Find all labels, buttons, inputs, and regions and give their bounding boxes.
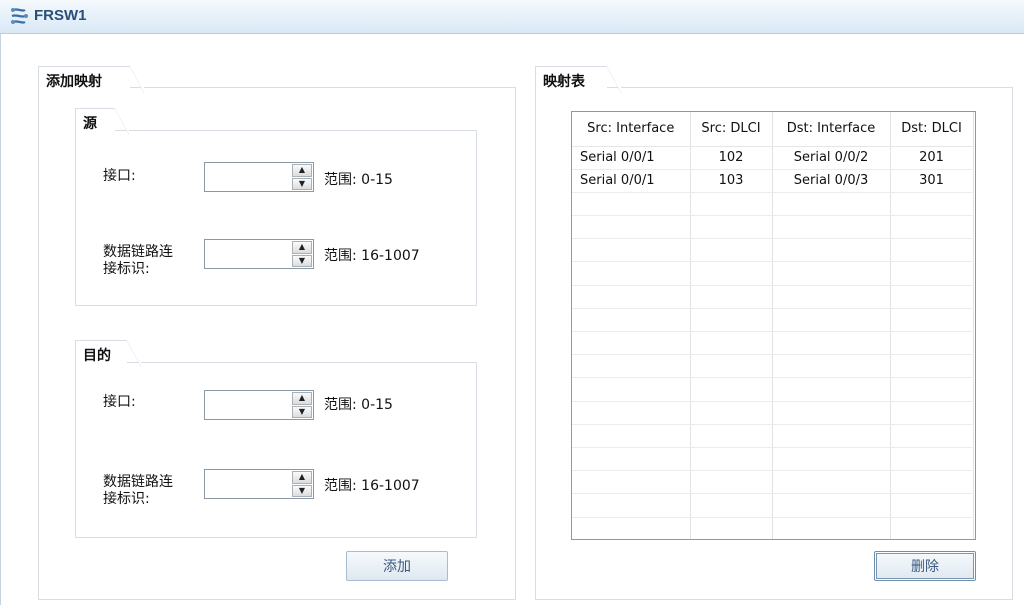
destination-tab: 目的 (75, 340, 141, 367)
table-row[interactable]: Serial 0/0/1 102 Serial 0/0/2 201 (572, 146, 974, 170)
source-interface-label: 接口: (103, 168, 136, 184)
cell-dst-interface: Serial 0/0/2 (772, 146, 891, 170)
cell-dst-dlci: 301 (890, 169, 974, 193)
arrow-up-icon: ▲ (298, 393, 306, 403)
source-dlci-range: 范围: 16-1007 (324, 248, 420, 264)
cell-src-dlci: 102 (690, 146, 773, 170)
cell-src-interface: Serial 0/0/1 (572, 169, 691, 193)
empty-row (572, 285, 974, 309)
arrow-down-icon: ▼ (298, 255, 306, 265)
arrow-up-icon: ▲ (298, 242, 306, 252)
cell-dst-interface: Serial 0/0/3 (772, 169, 891, 193)
empty-row (572, 238, 974, 263)
column-header-dst-interface[interactable]: Dst: Interface (772, 112, 891, 147)
empty-row (572, 354, 974, 379)
add-mapping-tab: 添加映射 (38, 66, 144, 93)
empty-row (572, 308, 974, 333)
arrow-down-icon: ▼ (298, 178, 306, 188)
empty-row (572, 493, 974, 518)
spin-up-button[interactable]: ▲ (292, 164, 312, 177)
source-interface-spinbox[interactable]: ▲ ▼ (204, 162, 314, 192)
column-header-src-dlci[interactable]: Src: DLCI (690, 112, 773, 147)
network-switch-icon (11, 8, 28, 24)
arrow-up-icon: ▲ (298, 472, 306, 482)
table-row[interactable]: Serial 0/0/1 103 Serial 0/0/3 301 (572, 169, 974, 193)
destination-interface-spinbox[interactable]: ▲ ▼ (204, 390, 314, 420)
empty-row (572, 447, 974, 472)
empty-row (572, 470, 974, 495)
source-group (75, 130, 477, 306)
empty-row (572, 331, 974, 356)
column-header-dst-dlci[interactable]: Dst: DLCI (890, 112, 974, 147)
empty-row (572, 192, 974, 217)
add-button[interactable]: 添加 (346, 551, 448, 581)
cell-src-interface: Serial 0/0/1 (572, 146, 691, 170)
empty-row (572, 377, 974, 402)
source-interface-range: 范围: 0-15 (324, 172, 393, 188)
empty-row (572, 517, 974, 539)
mapping-table[interactable]: Src: Interface Src: DLCI Dst: Interface … (571, 111, 976, 540)
spin-down-button[interactable]: ▼ (292, 484, 312, 497)
empty-row (572, 424, 974, 448)
empty-row (572, 401, 974, 425)
cell-dst-dlci: 201 (890, 146, 974, 170)
spin-down-button[interactable]: ▼ (292, 254, 312, 267)
empty-row (572, 261, 974, 286)
destination-dlci-spinbox[interactable]: ▲ ▼ (204, 469, 314, 499)
mapping-table-tab: 映射表 (535, 66, 621, 93)
cell-src-dlci: 103 (690, 169, 773, 193)
source-dlci-label-line2: 接标识: (103, 261, 150, 277)
spin-down-button[interactable]: ▼ (292, 177, 312, 190)
spin-up-button[interactable]: ▲ (292, 392, 312, 405)
column-header-src-interface[interactable]: Src: Interface (572, 112, 691, 147)
destination-interface-label: 接口: (103, 394, 136, 410)
arrow-down-icon: ▼ (298, 406, 306, 416)
spin-up-button[interactable]: ▲ (292, 471, 312, 484)
destination-dlci-range: 范围: 16-1007 (324, 478, 420, 494)
table-header-row: Src: Interface Src: DLCI Dst: Interface … (572, 112, 974, 147)
arrow-up-icon: ▲ (298, 165, 306, 175)
title-bar: FRSW1 (0, 0, 1024, 34)
destination-dlci-label-line1: 数据链路连 (103, 474, 173, 490)
source-dlci-spinbox[interactable]: ▲ ▼ (204, 239, 314, 269)
arrow-down-icon: ▼ (298, 485, 306, 495)
source-tab: 源 (75, 108, 129, 135)
empty-row (572, 215, 974, 240)
destination-group (75, 362, 477, 538)
destination-interface-range: 范围: 0-15 (324, 397, 393, 413)
window-title: FRSW1 (34, 7, 87, 24)
spin-up-button[interactable]: ▲ (292, 241, 312, 254)
source-dlci-label-line1: 数据链路连 (103, 244, 173, 260)
destination-dlci-label-line2: 接标识: (103, 491, 150, 507)
spin-down-button[interactable]: ▼ (292, 405, 312, 418)
delete-button[interactable]: 删除 (874, 551, 976, 581)
